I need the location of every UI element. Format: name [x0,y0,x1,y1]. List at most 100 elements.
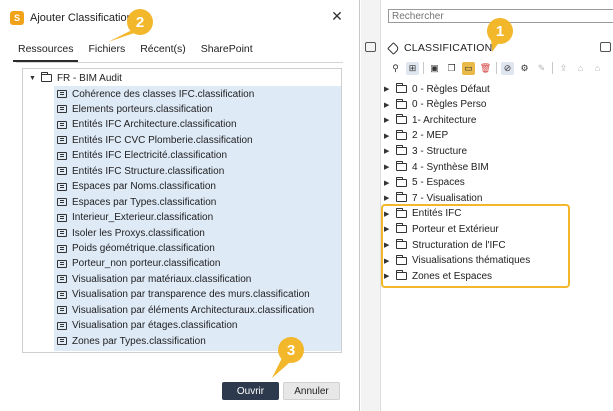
classification-folder-item[interactable]: ▶ 5 - Espaces [384,176,465,190]
folder-icon [396,83,407,93]
new-classifications-highlight [381,204,570,288]
classification-file-icon [57,90,67,98]
duplicate-icon[interactable]: ❐ [445,62,458,75]
side-strip [361,0,381,411]
classification-folder-label: 5 - Espaces [412,177,465,189]
app-logo: S [10,11,24,25]
classification-file-label: Visualisation par matériaux.classificati… [72,273,252,285]
classification-file-item[interactable]: Visualisation par éléments Architecturau… [57,303,314,317]
cancel-button[interactable]: Annuler [283,382,340,400]
classification-file-label: Visualisation par transparence des murs.… [72,289,310,301]
classification-file-label: Porteur_non porteur.classification [72,258,221,270]
classification-file-item[interactable]: Visualisation par transparence des murs.… [57,288,310,302]
new-classification-icon[interactable]: ▣ [428,62,441,75]
classification-file-icon [57,151,67,160]
classification-file-icon [57,105,67,114]
caret-down-icon[interactable]: ▼ [29,75,36,82]
classification-folder-label: 2 - MEP [412,130,449,142]
classification-file-item[interactable]: Poids géométrique.classification [57,242,215,256]
panel-menu-icon[interactable] [600,42,611,52]
classification-file-item[interactable]: Porteur_non porteur.classification [57,257,220,271]
classification-file-icon [57,337,67,346]
classification-file-item[interactable]: Interieur_Exterieur.classification [57,211,213,225]
hierarchy-icon[interactable]: ⚲ [389,62,402,75]
visibility-icon[interactable]: ⊘ [501,61,514,75]
export-icon[interactable]: ⇪ [557,62,570,75]
caret-right-icon[interactable]: ▶ [384,132,389,140]
callout-badge-1: 1 [487,18,513,44]
tab-fichiers[interactable]: Fichiers [88,43,125,61]
tab-sharepoint[interactable]: SharePoint [201,43,253,61]
caret-right-icon[interactable]: ▶ [384,163,389,171]
classification-file-item[interactable]: Entités IFC Electricité.classification [57,149,227,163]
caret-right-icon[interactable]: ▶ [384,147,389,155]
classification-file-icon [57,321,67,330]
caret-right-icon[interactable]: ▶ [384,116,389,124]
classification-file-item[interactable]: Elements porteurs.classification [57,102,213,116]
tab-ressources[interactable]: Ressources [12,43,79,62]
classification-folder-label: 1- Architecture [412,114,477,126]
tab-recents[interactable]: Récent(s) [140,43,186,61]
classification-file-item[interactable]: Espaces par Noms.classification [57,180,216,194]
classification-file-label: Entités IFC Electricité.classification [72,150,228,162]
toolbar-separator [552,62,553,74]
classification-file-icon [57,167,67,176]
folder-icon [396,192,407,203]
classification-file-label: Elements porteurs.classification [72,103,213,115]
folder-icon [396,129,407,140]
classification-file-item[interactable]: Isoler les Proxys.classification [57,226,205,240]
tree-root-folder[interactable]: ▼ FR - BIM Audit [29,71,122,85]
delete-icon[interactable]: 🗑 [479,62,492,75]
dialog-title: Ajouter Classifications [30,12,139,24]
classification-folder-item[interactable]: ▶ 3 - Structure [384,144,467,158]
settings-icon[interactable]: ⚙ [518,62,531,75]
caret-right-icon[interactable]: ▶ [384,85,389,93]
classification-toolbar: ⚲ ⊞ ▣ ❐ ▭ 🗑 ⊘ ⚙ ✎ ⇪ ⌂ ⌂ [389,60,608,76]
classification-file-label: Zones par Types.classification [72,335,206,347]
classification-file-item[interactable]: Entités IFC Structure.classification [57,164,224,178]
tree-view-icon[interactable]: ⊞ [406,61,419,75]
classification-file-icon [57,259,67,268]
classification-file-label: Interieur_Exterieur.classification [72,212,214,224]
classification-title: CLASSIFICATION [404,42,493,54]
caret-right-icon[interactable]: ▶ [384,101,389,109]
caret-right-icon[interactable]: ▶ [384,194,389,202]
lock-icon[interactable]: ⌂ [574,62,587,75]
caret-right-icon[interactable]: ▶ [384,179,389,187]
classification-file-item[interactable]: Entités IFC Architecture.classification [57,118,237,132]
dialog-tabs: Ressources Fichiers Récent(s) SharePoint [12,43,268,62]
classification-header: CLASSIFICATION [387,41,493,55]
add-from-file-icon[interactable]: ▭ [462,61,475,75]
classification-file-icon [57,275,67,284]
classification-file-label: Poids géométrique.classification [72,243,215,254]
classification-file-icon [57,213,67,222]
panel-toggle-icon[interactable] [365,42,376,52]
classification-file-label: Visualisation par étages.classification [72,320,238,332]
close-icon[interactable]: ✕ [329,8,345,24]
classification-folder-item[interactable]: ▶ 2 - MEP [384,129,448,143]
classification-file-item[interactable]: Visualisation par étages.classification [57,319,237,333]
classification-folder-label: 3 - Structure [412,145,468,157]
classification-file-item[interactable]: Espaces par Types.classification [57,195,216,209]
classification-file-label: Espaces par Types.classification [72,196,217,208]
classification-file-icon [57,120,67,129]
classification-file-item[interactable]: Entités IFC CVC Plomberie.classification [57,133,253,147]
edit-icon[interactable]: ✎ [535,62,548,75]
classification-folder-label: 0 - Règles Perso [412,99,487,111]
classification-folder-item[interactable]: ▶ 0 - Règles Défaut [384,82,490,96]
unlock-icon[interactable]: ⌂ [591,62,604,75]
classification-file-icon [57,290,67,299]
classification-file-item[interactable]: Cohérence des classes IFC.classification [57,87,254,101]
tabs-divider [16,62,343,63]
classification-folder-item[interactable]: ▶ 4 - Synthèse BIM [384,160,489,174]
classification-file-label: Entités IFC Structure.classification [72,165,225,177]
classification-folder-item[interactable]: ▶ 0 - Règles Perso [384,98,486,112]
classification-folder-item[interactable]: ▶ 1- Architecture [384,113,476,127]
classification-file-item[interactable]: Zones par Types.classification [57,334,206,348]
classification-panel: CLASSIFICATION ⚲ ⊞ ▣ ❐ ▭ 🗑 ⊘ ⚙ ✎ ⇪ ⌂ ⌂ ▶… [361,0,613,411]
toolbar-separator [423,62,424,74]
classification-file-icon [57,198,67,207]
classification-file-item[interactable]: Visualisation par matériaux.classificati… [57,272,251,286]
toolbar-separator [496,62,497,74]
open-button[interactable]: Ouvrir [222,382,279,400]
